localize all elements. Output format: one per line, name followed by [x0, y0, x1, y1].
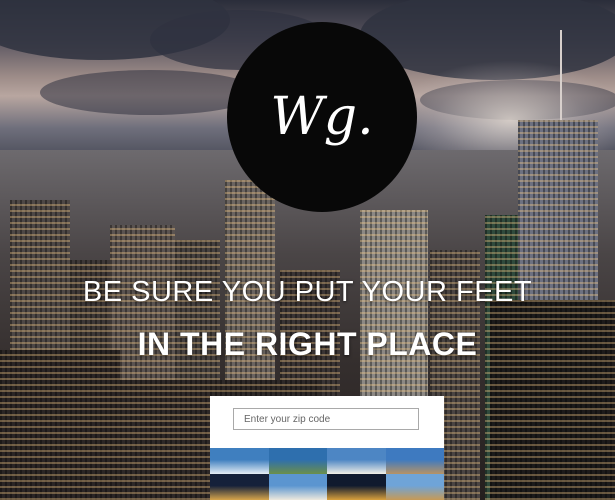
thumbnail-pyramids[interactable] — [385, 474, 444, 500]
logo-text: Wg. — [270, 87, 374, 147]
building — [0, 350, 120, 500]
thumbnail-sydney-opera-house[interactable] — [210, 448, 269, 474]
thumbnail-eiffel-tower-night[interactable] — [327, 474, 386, 500]
thumbnail-mountain-lake[interactable] — [268, 448, 327, 474]
zip-code-input[interactable] — [233, 408, 419, 430]
search-panel — [210, 396, 444, 500]
tower-spire — [560, 30, 562, 125]
headline-line-2: IN THE RIGHT PLACE — [137, 326, 478, 362]
destination-thumbnails — [210, 448, 444, 500]
thumbnail-taj-mahal[interactable] — [327, 448, 386, 474]
thumbnail-colosseum[interactable] — [385, 448, 444, 474]
thumbnail-louvre-night[interactable] — [210, 474, 269, 500]
headline-line-1: BE SURE YOU PUT YOUR FEET — [82, 276, 533, 308]
thumbnail-leaning-tower[interactable] — [268, 474, 327, 500]
logo[interactable]: Wg. — [227, 22, 417, 212]
